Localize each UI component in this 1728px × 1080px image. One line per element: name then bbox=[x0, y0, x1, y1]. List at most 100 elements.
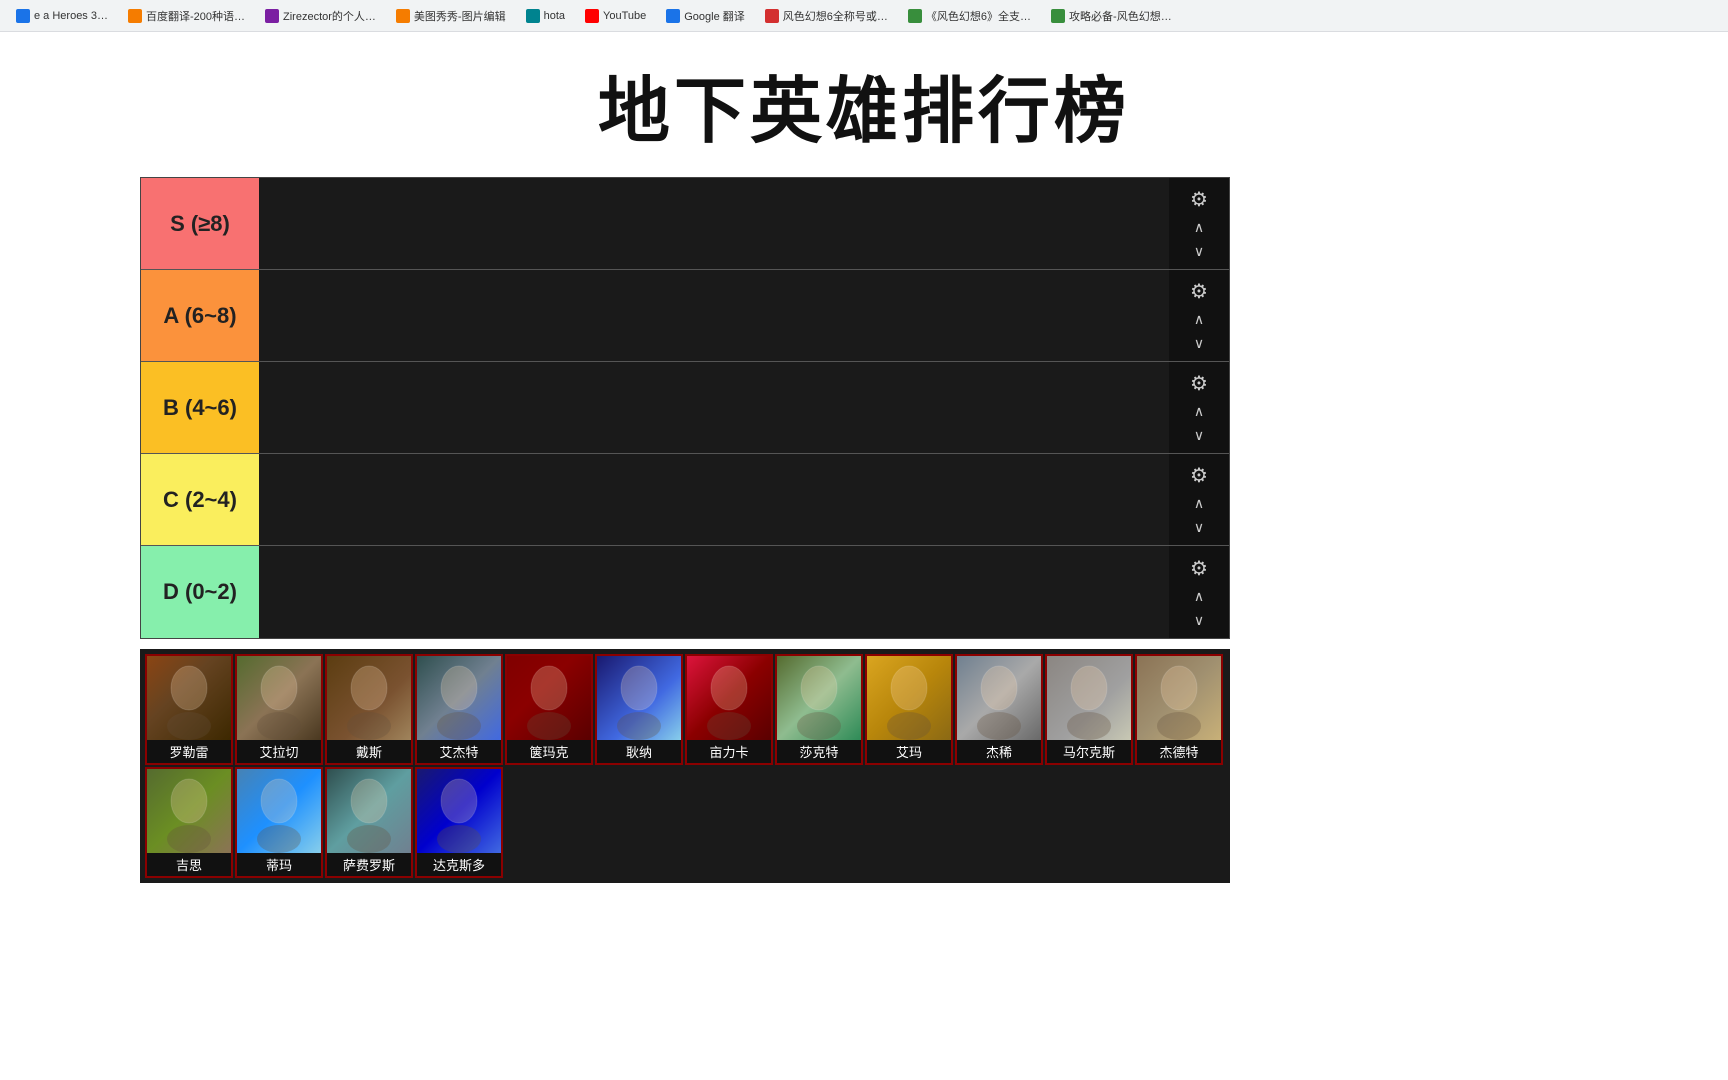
bookmark-item-bk9[interactable]: 《风色幻想6》全支… bbox=[900, 6, 1039, 26]
hero-card-jisi[interactable]: 吉思 bbox=[145, 767, 233, 878]
tier-row-a: A (6~8) ⚙ ∧ ∨ bbox=[141, 270, 1229, 362]
gear-button-b[interactable]: ⚙ bbox=[1185, 370, 1213, 398]
gear-button-s[interactable]: ⚙ bbox=[1185, 186, 1213, 214]
tier-label-s: S (≥8) bbox=[141, 178, 259, 269]
hero-portrait-dakesiduō bbox=[417, 769, 501, 853]
hero-portrait-maerkesi bbox=[1047, 656, 1131, 740]
hero-card-ayuma[interactable]: 艾玛 bbox=[865, 654, 953, 765]
bookmark-item-bk3[interactable]: Zirezector的个人… bbox=[257, 6, 384, 26]
gear-button-d[interactable]: ⚙ bbox=[1185, 554, 1213, 582]
hero-card-jiemake[interactable]: 箧玛克 bbox=[505, 654, 593, 765]
hero-portrait-shaokete bbox=[777, 656, 861, 740]
bookmark-icon-bk7 bbox=[666, 9, 680, 23]
arrow-down-d[interactable]: ∨ bbox=[1187, 610, 1211, 630]
tier-list: S (≥8)⚙∧∨A (6~8)⚙∧∨B (4~6)⚙∧∨C (2~4)⚙∧∨D… bbox=[140, 177, 1230, 639]
bookmark-label-bk8: 风色幻想6全称号或… bbox=[783, 8, 888, 24]
tier-content-c[interactable] bbox=[259, 454, 1169, 545]
hero-name-milika: 亩力卡 bbox=[687, 740, 771, 763]
arrow-up-a[interactable]: ∧ bbox=[1187, 310, 1211, 330]
bookmark-item-bk10[interactable]: 攻略必备-风色幻想… bbox=[1043, 6, 1180, 26]
tier-label-d: D (0~2) bbox=[141, 546, 259, 638]
hero-row-1: 罗勒雷 艾拉切 戴斯 艾杰特 箧玛克 耿纳 亩力卡 莎克特 艾玛 杰稀 马尔克斯… bbox=[144, 653, 1226, 766]
arrow-up-d[interactable]: ∧ bbox=[1187, 586, 1211, 606]
hero-card-luodun[interactable]: 罗勒雷 bbox=[145, 654, 233, 765]
bookmark-icon-bk8 bbox=[765, 9, 779, 23]
hero-portrait-ailaqi bbox=[237, 656, 321, 740]
hero-name-shaokete: 莎克特 bbox=[777, 740, 861, 763]
tier-row-d: D (0~2) ⚙ ∧ ∨ bbox=[141, 546, 1229, 638]
tier-row-s: S (≥8) ⚙ ∧ ∨ bbox=[141, 178, 1229, 270]
hero-card-ailaqi[interactable]: 艾拉切 bbox=[235, 654, 323, 765]
bookmark-item-bk6[interactable]: YouTube bbox=[577, 7, 654, 25]
hero-name-luodun: 罗勒雷 bbox=[147, 740, 231, 763]
bookmark-label-bk2: 百度翻译-200种语… bbox=[146, 8, 245, 24]
tier-label-c: C (2~4) bbox=[141, 454, 259, 545]
bookmark-icon-bk10 bbox=[1051, 9, 1065, 23]
arrow-up-c[interactable]: ∧ bbox=[1187, 494, 1211, 514]
hero-name-aijete: 艾杰特 bbox=[417, 740, 501, 763]
arrow-up-s[interactable]: ∧ bbox=[1187, 218, 1211, 238]
hero-card-shaokete[interactable]: 莎克特 bbox=[775, 654, 863, 765]
hero-card-daisi[interactable]: 戴斯 bbox=[325, 654, 413, 765]
arrow-up-b[interactable]: ∧ bbox=[1187, 402, 1211, 422]
hero-card-safeirosi[interactable]: 萨费罗斯 bbox=[325, 767, 413, 878]
bookmark-item-bk5[interactable]: hota bbox=[518, 7, 573, 25]
tier-row-c: C (2~4) ⚙ ∧ ∨ bbox=[141, 454, 1229, 546]
bookmark-item-bk7[interactable]: Google 翻译 bbox=[658, 6, 753, 26]
tier-controls-b: ⚙ ∧ ∨ bbox=[1169, 362, 1229, 453]
hero-portrait-daisi bbox=[327, 656, 411, 740]
hero-card-jiexi[interactable]: 杰稀 bbox=[955, 654, 1043, 765]
hero-name-daisi: 戴斯 bbox=[327, 740, 411, 763]
hero-name-dakesiduō: 达克斯多 bbox=[417, 853, 501, 876]
tier-content-s[interactable] bbox=[259, 178, 1169, 269]
gear-button-a[interactable]: ⚙ bbox=[1185, 278, 1213, 306]
hero-name-safeirosi: 萨费罗斯 bbox=[327, 853, 411, 876]
hero-name-ayuma: 艾玛 bbox=[867, 740, 951, 763]
hero-portrait-milika bbox=[687, 656, 771, 740]
tier-controls-a: ⚙ ∧ ∨ bbox=[1169, 270, 1229, 361]
bookmark-icon-bk9 bbox=[908, 9, 922, 23]
hero-pool: 罗勒雷 艾拉切 戴斯 艾杰特 箧玛克 耿纳 亩力卡 莎克特 艾玛 杰稀 马尔克斯… bbox=[140, 649, 1230, 883]
tier-content-b[interactable] bbox=[259, 362, 1169, 453]
hero-portrait-jisi bbox=[147, 769, 231, 853]
tier-controls-s: ⚙ ∧ ∨ bbox=[1169, 178, 1229, 269]
bookmark-icon-bk3 bbox=[265, 9, 279, 23]
hero-card-tima[interactable]: 蒂玛 bbox=[235, 767, 323, 878]
tier-content-d[interactable] bbox=[259, 546, 1169, 638]
hero-portrait-hengnuo bbox=[597, 656, 681, 740]
hero-name-maerkesi: 马尔克斯 bbox=[1047, 740, 1131, 763]
bookmark-label-bk3: Zirezector的个人… bbox=[283, 8, 376, 24]
hero-name-jiedete: 杰德特 bbox=[1137, 740, 1221, 763]
hero-portrait-tima bbox=[237, 769, 321, 853]
bookmark-icon-bk5 bbox=[526, 9, 540, 23]
bookmark-item-bk8[interactable]: 风色幻想6全称号或… bbox=[757, 6, 896, 26]
bookmark-item-bk4[interactable]: 美图秀秀-图片编辑 bbox=[388, 6, 514, 26]
bookmark-label-bk6: YouTube bbox=[603, 10, 646, 22]
hero-card-aijete[interactable]: 艾杰特 bbox=[415, 654, 503, 765]
hero-card-dakesiduō[interactable]: 达克斯多 bbox=[415, 767, 503, 878]
arrow-down-c[interactable]: ∨ bbox=[1187, 518, 1211, 538]
hero-row-2: 吉思 蒂玛 萨费罗斯 达克斯多 bbox=[144, 766, 1226, 879]
hero-name-jiexi: 杰稀 bbox=[957, 740, 1041, 763]
gear-button-c[interactable]: ⚙ bbox=[1185, 462, 1213, 490]
arrow-down-s[interactable]: ∨ bbox=[1187, 242, 1211, 262]
arrow-down-b[interactable]: ∨ bbox=[1187, 426, 1211, 446]
bookmark-label-bk4: 美图秀秀-图片编辑 bbox=[414, 8, 506, 24]
hero-card-hengnuo[interactable]: 耿纳 bbox=[595, 654, 683, 765]
hero-name-jiemake: 箧玛克 bbox=[507, 740, 591, 763]
tier-label-a: A (6~8) bbox=[141, 270, 259, 361]
hero-card-maerkesi[interactable]: 马尔克斯 bbox=[1045, 654, 1133, 765]
bookmark-label-bk9: 《风色幻想6》全支… bbox=[926, 8, 1031, 24]
arrow-down-a[interactable]: ∨ bbox=[1187, 334, 1211, 354]
tier-content-a[interactable] bbox=[259, 270, 1169, 361]
hero-portrait-aijete bbox=[417, 656, 501, 740]
bookmark-icon-bk2 bbox=[128, 9, 142, 23]
hero-portrait-safeirosi bbox=[327, 769, 411, 853]
hero-card-jiedete[interactable]: 杰德特 bbox=[1135, 654, 1223, 765]
bookmark-bar: e a Heroes 3… 百度翻译-200种语… Zirezector的个人… 美图… bbox=[0, 0, 1728, 32]
bookmark-item-bk1[interactable]: e a Heroes 3… bbox=[8, 7, 116, 25]
bookmark-label-bk5: hota bbox=[544, 10, 565, 22]
bookmark-item-bk2[interactable]: 百度翻译-200种语… bbox=[120, 6, 253, 26]
tier-controls-d: ⚙ ∧ ∨ bbox=[1169, 546, 1229, 638]
hero-card-milika[interactable]: 亩力卡 bbox=[685, 654, 773, 765]
